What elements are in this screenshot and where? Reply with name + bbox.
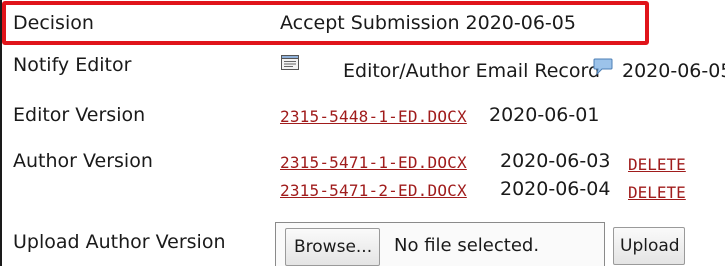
browse-button[interactable]: Browse... bbox=[285, 228, 380, 266]
upload-author-version-label: Upload Author Version bbox=[13, 231, 226, 253]
editor-version-date: 2020-06-01 bbox=[489, 104, 600, 126]
notify-editor-label: Notify Editor bbox=[13, 54, 132, 76]
author-version-row: Author Version 2315-5471-1-ED.DOCX 2020-… bbox=[0, 150, 725, 210]
author-version-delete-button-2[interactable]: DELETE bbox=[628, 182, 686, 204]
author-version-date-2: 2020-06-04 bbox=[500, 178, 611, 200]
editor-version-file-link[interactable]: 2315-5448-1-ED.DOCX bbox=[280, 106, 467, 128]
email-record-link[interactable]: Editor/Author Email Record bbox=[343, 60, 600, 82]
file-picker[interactable]: Browse... No file selected. bbox=[275, 222, 605, 266]
upload-button[interactable]: Upload bbox=[613, 227, 685, 265]
envelope-icon[interactable] bbox=[281, 55, 299, 70]
author-version-date-1: 2020-06-03 bbox=[500, 150, 611, 172]
author-version-label: Author Version bbox=[13, 150, 153, 172]
author-version-file-link-1[interactable]: 2315-5471-1-ED.DOCX bbox=[280, 152, 467, 174]
speech-bubble-icon[interactable] bbox=[593, 58, 613, 76]
author-version-file-link-2[interactable]: 2315-5471-2-ED.DOCX bbox=[280, 180, 467, 202]
decision-highlight-box bbox=[2, 1, 649, 45]
notify-editor-row: Notify Editor Editor/Author Email Record… bbox=[0, 50, 725, 84]
editor-version-row: Editor Version 2315-5448-1-ED.DOCX 2020-… bbox=[0, 104, 725, 138]
editor-version-label: Editor Version bbox=[13, 104, 146, 126]
notify-editor-date: 2020-06-05 bbox=[622, 60, 725, 82]
author-version-delete-button-1[interactable]: DELETE bbox=[628, 154, 686, 176]
file-status-text: No file selected. bbox=[394, 235, 540, 256]
